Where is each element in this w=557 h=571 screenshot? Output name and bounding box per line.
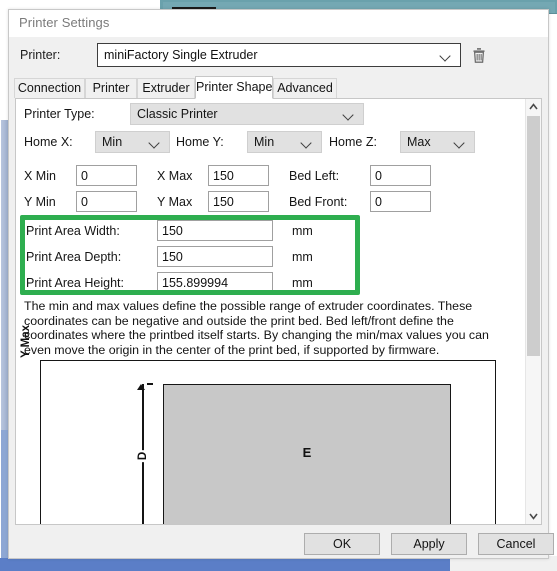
print-area-depth-unit: mm	[292, 250, 313, 264]
tab-strip: Connection Printer Extruder Printer Shap…	[9, 76, 548, 99]
y-min-label: Y Min	[24, 195, 56, 209]
printer-dropdown[interactable]: miniFactory Single Extruder	[97, 43, 461, 67]
preview-print-bed: E	[163, 384, 451, 524]
bed-front-label: Bed Front:	[289, 195, 348, 209]
scrollbar-thumb[interactable]	[527, 116, 540, 356]
bed-left-input[interactable]: 0	[370, 165, 431, 186]
home-y-label: Home Y:	[176, 135, 224, 149]
preview-bed-label: E	[302, 445, 312, 460]
background-bottom-bar	[0, 558, 450, 571]
panel-scrollbar[interactable]	[525, 99, 541, 524]
home-x-label: Home X:	[24, 135, 73, 149]
home-z-dropdown[interactable]: Max	[400, 131, 475, 153]
chevron-down-icon	[455, 139, 466, 146]
print-area-height-input[interactable]: 155.899994	[157, 272, 273, 293]
trash-icon[interactable]	[471, 46, 487, 64]
bed-front-value: 0	[375, 195, 382, 209]
print-area-depth-value: 150	[162, 250, 183, 264]
tab-extruder[interactable]: Extruder	[137, 78, 195, 98]
home-y-value: Min	[254, 135, 275, 149]
cancel-button[interactable]: Cancel	[478, 533, 554, 555]
print-area-height-label: Print Area Height:	[26, 276, 124, 290]
chevron-up-icon[interactable]	[526, 99, 541, 115]
printer-dropdown-value: miniFactory Single Extruder	[104, 48, 258, 62]
chevron-down-icon	[344, 111, 355, 118]
y-max-value: 150	[213, 195, 234, 209]
x-min-value: 0	[81, 169, 88, 183]
printer-settings-dialog: Printer Settings Printer: miniFactory Si…	[8, 9, 554, 559]
print-area-height-value: 155.899994	[162, 276, 229, 290]
print-area-depth-label: Print Area Depth:	[26, 250, 122, 264]
bed-left-value: 0	[375, 169, 382, 183]
dialog-title: Printer Settings	[19, 15, 110, 30]
description-text: The min and max values define the possib…	[24, 299, 489, 357]
x-max-value: 150	[213, 169, 234, 183]
chevron-down-icon[interactable]	[526, 508, 541, 524]
print-area-width-value: 150	[162, 224, 183, 238]
tab-printer[interactable]: Printer	[85, 78, 137, 98]
preview-y-axis-label: Y Max	[20, 324, 32, 358]
print-area-depth-input[interactable]: 150	[157, 246, 273, 267]
home-z-value: Max	[407, 135, 431, 149]
bed-preview: Y Max D E	[20, 325, 536, 524]
printer-selector-row: Printer: miniFactory Single Extruder	[9, 37, 548, 75]
tab-connection[interactable]: Connection	[14, 78, 85, 98]
apply-button[interactable]: Apply	[391, 533, 467, 555]
home-x-dropdown[interactable]: Min	[95, 131, 170, 153]
tab-advanced[interactable]: Advanced	[273, 78, 337, 98]
chevron-down-icon	[150, 139, 161, 146]
printer-type-dropdown[interactable]: Classic Printer	[130, 103, 364, 125]
chevron-down-icon	[302, 139, 313, 146]
printer-label: Printer:	[20, 48, 61, 62]
ok-button[interactable]: OK	[304, 533, 380, 555]
bed-front-input[interactable]: 0	[370, 191, 431, 212]
print-area-width-input[interactable]: 150	[157, 220, 273, 241]
bed-left-label: Bed Left:	[289, 169, 340, 183]
preview-coordinate-area: D E	[40, 360, 496, 524]
printer-type-value: Classic Printer	[137, 107, 218, 121]
x-max-input[interactable]: 150	[208, 165, 269, 186]
home-x-value: Min	[102, 135, 123, 149]
x-max-label: X Max	[157, 169, 193, 183]
home-y-dropdown[interactable]: Min	[247, 131, 322, 153]
x-min-input[interactable]: 0	[76, 165, 137, 186]
dimension-arrow-icon	[137, 384, 145, 390]
home-z-label: Home Z:	[329, 135, 377, 149]
x-min-label: X Min	[24, 169, 56, 183]
dialog-button-bar: OK Apply Cancel	[10, 526, 554, 558]
chevron-down-icon	[441, 52, 452, 59]
dimension-tick	[147, 383, 153, 385]
print-area-width-label: Print Area Width:	[26, 224, 120, 238]
background-left-accent-lower	[1, 430, 8, 560]
printer-type-label: Printer Type:	[24, 107, 95, 121]
print-area-height-unit: mm	[292, 276, 313, 290]
tab-printer-shape[interactable]: Printer Shape	[195, 76, 273, 99]
y-max-label: Y Max	[157, 195, 193, 209]
printer-shape-panel: Printer Type: Classic Printer Home X: Mi…	[15, 98, 542, 525]
y-min-value: 0	[81, 195, 88, 209]
y-max-input[interactable]: 150	[208, 191, 269, 212]
dialog-title-bar: Printer Settings	[9, 10, 548, 37]
y-min-input[interactable]: 0	[76, 191, 137, 212]
preview-depth-label: D	[136, 449, 151, 463]
print-area-width-unit: mm	[292, 224, 313, 238]
